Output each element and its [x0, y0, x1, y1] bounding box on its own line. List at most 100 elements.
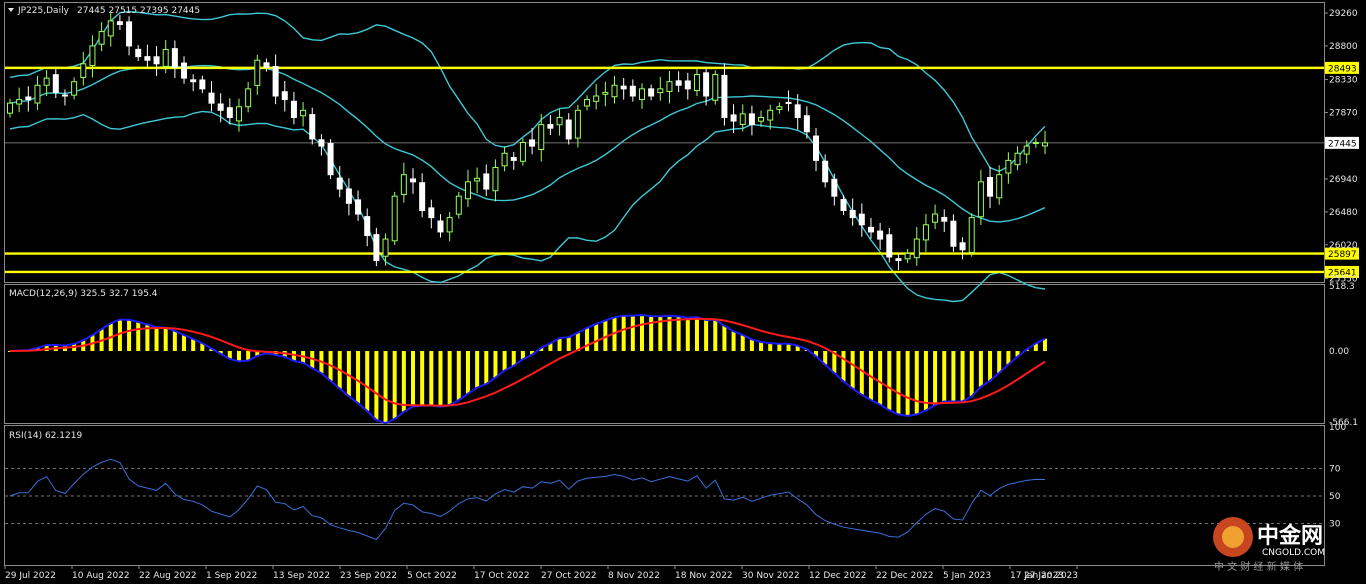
candle-body	[657, 88, 664, 94]
candle-body	[25, 96, 32, 101]
candle-body	[373, 234, 380, 262]
candle-body	[226, 107, 233, 118]
rsi-line	[9, 458, 1046, 541]
candle-body	[529, 139, 536, 147]
price-tick-label: 26940	[1329, 175, 1358, 185]
candle-body	[849, 209, 856, 219]
macd-histogram-bar	[933, 351, 938, 406]
candle-body	[71, 81, 78, 96]
macd-histogram-bar	[511, 351, 516, 366]
macd-histogram-bar	[768, 343, 773, 352]
candle-body	[547, 124, 554, 129]
level-label-25897: 25897	[1328, 250, 1357, 260]
macd-histogram-bar	[859, 351, 864, 395]
candle-body	[703, 72, 710, 97]
candle-body	[153, 56, 160, 65]
macd-histogram-bar	[694, 317, 699, 352]
candle-body	[510, 157, 517, 161]
candle-body	[519, 142, 526, 162]
macd-histogram-bar	[722, 325, 727, 352]
candle-body	[217, 103, 224, 111]
chart-canvas: 2849325897256412744529260288002833027870…	[4, 2, 1359, 581]
macd-histogram-bar	[951, 351, 956, 402]
macd-histogram-bar	[401, 351, 406, 412]
macd-layer	[8, 314, 1047, 425]
macd-histogram-bar	[685, 317, 690, 352]
candle-body	[7, 102, 13, 114]
macd-histogram-bar	[713, 319, 718, 352]
candle-body	[611, 84, 618, 98]
candle-body	[126, 21, 133, 47]
candle-body	[840, 199, 847, 211]
candle-body	[822, 160, 829, 183]
dropdown-triangle-icon[interactable]	[8, 8, 14, 12]
candle-body	[89, 45, 96, 67]
macd-histogram-bar	[942, 351, 947, 402]
logo-inner-icon	[1222, 526, 1244, 548]
macd-histogram-bar	[465, 351, 470, 394]
candle-body	[345, 188, 352, 204]
candle-body	[43, 77, 50, 86]
date-tick-label: 22 Dec 2022	[876, 571, 934, 581]
candle-body	[556, 116, 563, 126]
macd-histogram-bar	[749, 339, 754, 352]
date-tick-label: 13 Sep 2022	[273, 571, 330, 581]
date-tick-label: 10 Aug 2022	[72, 571, 130, 581]
macd-histogram-bar	[914, 351, 919, 415]
date-tick-label: 5 Oct 2022	[407, 571, 457, 581]
candle-body	[281, 91, 288, 101]
macd-histogram-bar	[988, 351, 993, 381]
candle-body	[730, 114, 737, 122]
candle-body	[785, 101, 792, 104]
candle-body	[290, 100, 297, 118]
candle-body	[721, 74, 728, 118]
candle-body	[758, 116, 765, 122]
candle-body	[263, 62, 270, 68]
candle-body	[208, 92, 215, 104]
candle-body	[400, 174, 407, 195]
macd-histogram-bar	[383, 351, 388, 424]
date-tick-label: 12 Dec 2022	[809, 571, 867, 581]
candle-body	[61, 94, 68, 97]
macd-histogram-bar	[411, 351, 416, 407]
rsi-tick-label: 50	[1329, 492, 1341, 502]
macd-histogram-bar	[923, 351, 928, 411]
macd-histogram-bar	[447, 351, 452, 405]
macd-histogram-bar	[759, 342, 764, 352]
current-price-label: 27445	[1328, 139, 1357, 149]
macd-histogram-bar	[172, 330, 177, 352]
candle-body	[483, 173, 490, 190]
candle-body	[162, 49, 169, 67]
candle-body	[922, 224, 929, 241]
date-tick-label: 22 Aug 2022	[139, 571, 197, 581]
logo-tagline: 中 文 财 经 新 媒 体	[1214, 560, 1303, 573]
date-tick-label: 8 Nov 2022	[608, 571, 660, 581]
macd-histogram-bar	[566, 337, 571, 352]
date-tick-label: 27 Oct 2022	[541, 571, 597, 581]
macd-histogram-bar	[841, 351, 846, 382]
candle-body	[904, 252, 911, 260]
bollinger-middle-line	[9, 64, 1046, 223]
macd-histogram-bar	[630, 315, 635, 352]
candle-body	[776, 106, 783, 110]
date-tick-label: 27 Jan 2023	[1024, 571, 1078, 581]
rsi-tick-label: 30	[1329, 520, 1341, 530]
bollinger-upper-line	[9, 10, 1046, 173]
macd-histogram-bar	[997, 351, 1002, 373]
candle-body	[767, 109, 774, 121]
date-tick-label: 30 Nov 2022	[742, 571, 800, 581]
candle-body	[245, 88, 252, 108]
macd-histogram-bar	[969, 351, 974, 397]
price-title-symbol: JP225,Daily	[17, 6, 70, 16]
candle-body	[272, 66, 279, 97]
macd-panel-frame	[4, 284, 1325, 424]
macd-histogram-bar	[740, 334, 745, 352]
price-tick-label: 29260	[1329, 9, 1358, 19]
candle-body	[538, 124, 545, 151]
candle-body	[584, 99, 591, 107]
rsi-title: RSI(14) 62.1219	[9, 431, 82, 441]
macd-histogram-bar	[374, 351, 379, 420]
candle-body	[254, 59, 261, 86]
axis-layer: 2849325897256412744529260288002833027870…	[4, 9, 1359, 581]
candle-body	[199, 79, 206, 90]
